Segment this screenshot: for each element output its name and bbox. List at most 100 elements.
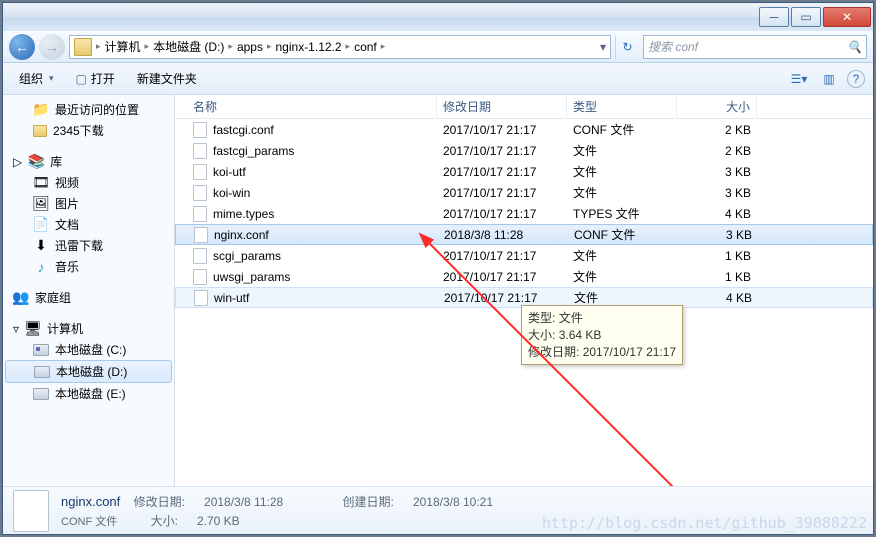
explorer-window: ─ ▭ ✕ ← → ▸ 计算机▸ 本地磁盘 (D:)▸ apps▸ nginx-… <box>2 2 874 535</box>
tooltip: 类型: 文件 大小: 3.64 KB 修改日期: 2017/10/17 21:1… <box>521 305 683 365</box>
crumb-nginx[interactable]: nginx-1.12.2▸ <box>276 40 353 54</box>
col-size[interactable]: 大小 <box>677 94 757 119</box>
crumb-computer[interactable]: 计算机▸ <box>105 38 152 55</box>
sidebar-item-drive-e[interactable]: 本地磁盘 (E:) <box>5 383 172 404</box>
sidebar-item-downloads[interactable]: 2345下载 <box>5 120 172 141</box>
file-type: 文件 <box>567 142 677 159</box>
list-body: fastcgi.conf2017/10/17 21:17CONF 文件2 KBf… <box>175 119 873 486</box>
file-name: uwsgi_params <box>213 270 290 284</box>
sidebar-item-xunlei[interactable]: ⬇迅雷下载 <box>5 235 172 256</box>
table-row[interactable]: nginx.conf2018/3/8 11:28CONF 文件3 KB <box>175 224 873 245</box>
col-date[interactable]: 修改日期 <box>437 94 567 119</box>
homegroup-icon: 👥 <box>13 290 29 306</box>
file-date: 2017/10/17 21:17 <box>437 165 567 179</box>
organize-button[interactable]: 组织 <box>11 67 62 90</box>
col-type[interactable]: 类型 <box>567 94 677 119</box>
file-size: 2 KB <box>677 123 757 137</box>
crumb-conf[interactable]: conf▸ <box>354 40 387 54</box>
sidebar-item-music[interactable]: ♪音乐 <box>5 256 172 277</box>
file-icon <box>193 269 207 285</box>
drive-icon <box>34 366 50 378</box>
drive-icon <box>33 344 49 356</box>
file-name: scgi_params <box>213 249 281 263</box>
file-name: nginx.conf <box>214 228 269 242</box>
search-placeholder: 搜索 conf <box>648 38 698 55</box>
file-date: 2017/10/17 21:17 <box>437 270 567 284</box>
crumb-dropdown[interactable]: ▾ <box>600 40 606 54</box>
computer-icon: 🖥 <box>25 321 41 337</box>
file-type: CONF 文件 <box>568 226 678 243</box>
file-name: fastcgi_params <box>213 144 294 158</box>
file-list: 名称 修改日期 类型 大小 fastcgi.conf 2017/10/17 21:… <box>175 95 873 486</box>
sidebar: 📁最近访问的位置 2345下载 ▷📚库 🎞视频 🖼图片 📄文档 ⬇迅雷下载 ♪音… <box>3 95 175 486</box>
chevron-right-icon: ▸ <box>226 41 235 52</box>
table-row[interactable]: fastcgi_params 2017/10/17 21:17文件2 KB <box>175 140 873 161</box>
titlebar: ─ ▭ ✕ <box>3 3 873 31</box>
body: 📁最近访问的位置 2345下载 ▷📚库 🎞视频 🖼图片 📄文档 ⬇迅雷下载 ♪音… <box>3 95 873 486</box>
file-size: 1 KB <box>677 249 757 263</box>
sidebar-item-drive-c[interactable]: 本地磁盘 (C:) <box>5 339 172 360</box>
sidebar-item-recent[interactable]: 📁最近访问的位置 <box>5 99 172 120</box>
view-options-button[interactable]: ☰▾ <box>787 67 811 91</box>
forward-button[interactable]: → <box>39 34 65 60</box>
file-name: fastcgi.conf <box>213 123 274 137</box>
table-row[interactable]: koi-utf2017/10/17 21:17文件3 KB <box>175 161 873 182</box>
sidebar-item-libraries[interactable]: ▷📚库 <box>5 151 172 172</box>
file-date: 2017/10/17 21:17 <box>437 144 567 158</box>
sidebar-item-video[interactable]: 🎞视频 <box>5 172 172 193</box>
pictures-icon: 🖼 <box>33 196 49 212</box>
close-button[interactable]: ✕ <box>823 7 871 27</box>
file-icon <box>193 143 207 159</box>
status-filetype: CONF 文件 <box>61 516 117 528</box>
file-icon <box>194 290 208 306</box>
file-date: 2017/10/17 21:17 <box>437 123 567 137</box>
nav-row: ← → ▸ 计算机▸ 本地磁盘 (D:)▸ apps▸ nginx-1.12.2… <box>3 31 873 63</box>
chevron-right-icon: ▸ <box>143 41 152 52</box>
chevron-right-icon: ▸ <box>94 41 103 52</box>
sidebar-item-homegroup[interactable]: 👥家庭组 <box>5 287 172 308</box>
help-button[interactable]: ? <box>847 70 865 88</box>
table-row[interactable]: scgi_params2017/10/17 21:17文件1 KB <box>175 245 873 266</box>
sidebar-item-documents[interactable]: 📄文档 <box>5 214 172 235</box>
refresh-button[interactable]: ↻ <box>615 35 639 59</box>
file-icon <box>194 227 208 243</box>
file-icon <box>193 164 207 180</box>
chevron-right-icon: ▸ <box>344 41 353 52</box>
file-icon <box>13 490 49 532</box>
sidebar-item-drive-d[interactable]: 本地磁盘 (D:) <box>5 360 172 383</box>
open-button[interactable]: ▢打开 <box>68 67 123 90</box>
file-name: mime.types <box>213 207 274 221</box>
sidebar-item-computer[interactable]: ▿🖥计算机 <box>5 318 172 339</box>
back-button[interactable]: ← <box>9 34 35 60</box>
statusbar: nginx.conf 修改日期: 2018/3/8 11:28 创建日期: 20… <box>3 486 873 534</box>
table-row[interactable]: koi-win2017/10/17 21:17文件3 KB <box>175 182 873 203</box>
file-size: 2 KB <box>677 144 757 158</box>
file-type: 文件 <box>567 247 677 264</box>
table-row[interactable]: uwsgi_params2017/10/17 21:17文件1 KB <box>175 266 873 287</box>
crumb-apps[interactable]: apps▸ <box>237 40 274 54</box>
table-row[interactable]: mime.types2017/10/17 21:17TYPES 文件4 KB <box>175 203 873 224</box>
file-date: 2017/10/17 21:17 <box>437 207 567 221</box>
column-headers: 名称 修改日期 类型 大小 <box>175 95 873 119</box>
watermark: http://blog.csdn.net/github_39088222 <box>542 514 867 532</box>
file-size: 3 KB <box>678 228 758 242</box>
search-input[interactable]: 搜索 conf 🔍 <box>643 35 867 59</box>
file-icon <box>193 248 207 264</box>
file-type: 文件 <box>568 289 678 306</box>
sidebar-item-pictures[interactable]: 🖼图片 <box>5 193 172 214</box>
maximize-button[interactable]: ▭ <box>791 7 821 27</box>
file-icon <box>193 122 207 138</box>
file-icon <box>193 206 207 222</box>
preview-pane-button[interactable]: ▥ <box>817 67 841 91</box>
col-name[interactable]: 名称 <box>187 94 437 119</box>
minimize-button[interactable]: ─ <box>759 7 789 27</box>
table-row[interactable]: fastcgi.conf2017/10/17 21:17CONF 文件2 KB <box>175 119 873 140</box>
chevron-right-icon: ▸ <box>265 41 274 52</box>
crumb-drive[interactable]: 本地磁盘 (D:)▸ <box>153 38 235 55</box>
file-size: 4 KB <box>678 291 758 305</box>
file-size: 3 KB <box>677 186 757 200</box>
address-bar[interactable]: ▸ 计算机▸ 本地磁盘 (D:)▸ apps▸ nginx-1.12.2▸ co… <box>69 35 611 59</box>
file-type: 文件 <box>567 268 677 285</box>
search-icon: 🔍 <box>847 40 862 54</box>
newfolder-button[interactable]: 新建文件夹 <box>129 67 205 90</box>
